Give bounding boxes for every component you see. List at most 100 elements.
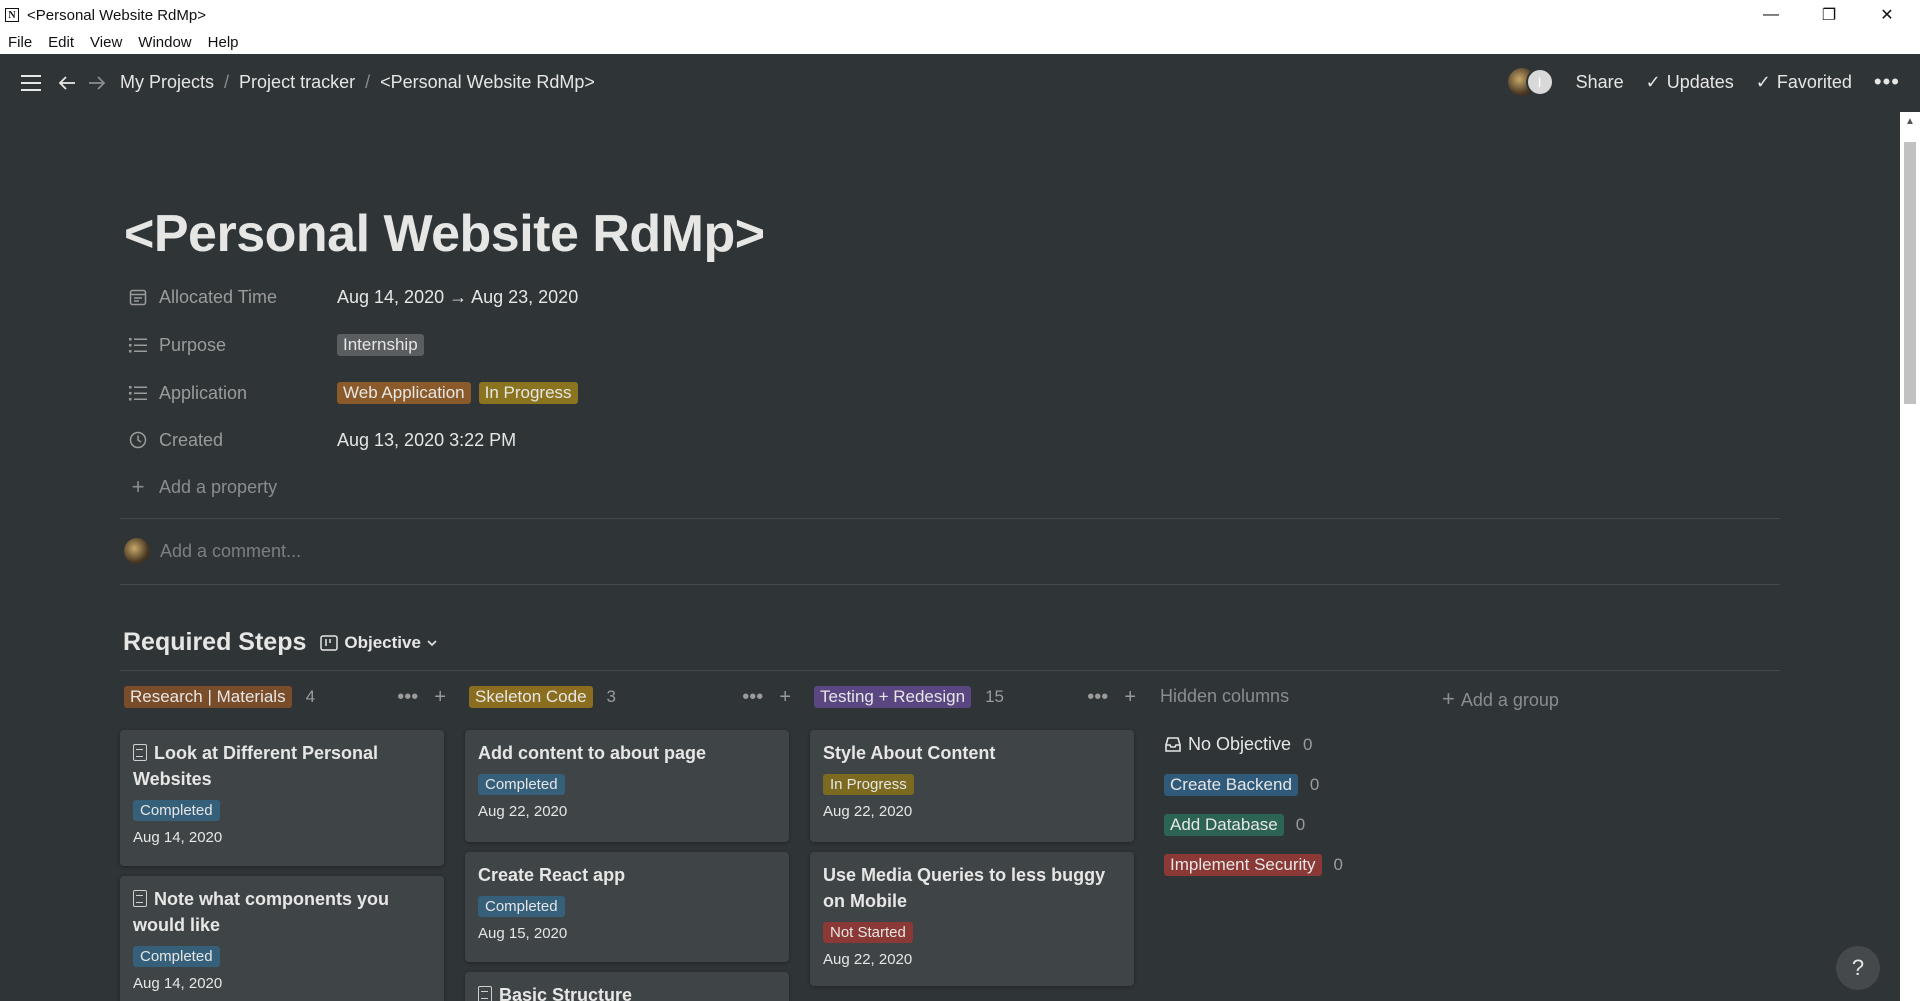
divider [120,518,1780,519]
add-property-button[interactable]: + Add a property [127,470,337,504]
card-title: Style About Content [823,743,996,763]
card-title: Use Media Queries to less buggy on Mobil… [823,865,1106,911]
page-icon [133,890,147,907]
restore-button[interactable]: ❐ [1800,0,1858,30]
menu-file[interactable]: File [0,34,40,51]
sidebar-toggle-icon[interactable] [18,66,44,100]
plus-icon[interactable]: + [434,686,446,709]
help-button[interactable]: ? [1836,946,1880,990]
hidden-column-implement-security[interactable]: Implement Security 0 [1164,854,1343,876]
status-badge: Not Started [823,922,913,943]
favorited-button[interactable]: ✓ Favorited [1756,72,1852,93]
card-title: Add content to about page [478,743,706,763]
notion-app-icon: N [5,8,19,22]
board-card[interactable]: Add content to about page Completed Aug … [465,730,789,842]
property-allocated-time[interactable]: Allocated Time Aug 14, 2020 → Aug 23, 20… [127,280,578,314]
collaborator-avatars[interactable]: I [1507,68,1554,96]
card-date: Aug 22, 2020 [823,951,913,968]
inbox-icon [1165,737,1181,752]
close-button[interactable]: ✕ [1858,0,1916,30]
property-application[interactable]: Application Web Application In Progress [127,376,578,410]
scroll-up-arrow-icon[interactable]: ▲ [1905,116,1915,127]
menu-bar: File Edit View Window Help [0,30,1920,54]
add-group-label: Add a group [1460,690,1559,710]
status-badge: Completed [133,800,220,821]
forward-arrow-icon[interactable] [86,66,108,100]
board-column-header[interactable]: Skeleton Code 3 ••• + [469,686,791,708]
board-card[interactable]: Look at Different Personal Websites Comp… [120,730,444,866]
hidden-column-label: No Objective [1188,734,1292,754]
top-nav: My Projects / Project tracker / <Persona… [0,54,1920,112]
plus-icon: + [1442,686,1455,711]
property-purpose[interactable]: Purpose Internship [127,328,424,362]
breadcrumb-separator: / [365,72,371,92]
avatar-letter: I [1525,68,1554,96]
list-icon [127,385,149,401]
breadcrumb-my-projects[interactable]: My Projects [120,72,214,93]
property-name: Created [159,429,224,450]
column-label: Testing + Redesign [814,686,972,708]
breadcrumb-project-tracker[interactable]: Project tracker [239,72,355,93]
view-selector-label: Objective [344,632,421,652]
board-card[interactable]: Basic Structure [465,972,789,1001]
card-title: Create React app [478,865,626,885]
property-name: Purpose [159,334,227,355]
board-card[interactable]: Use Media Queries to less buggy on Mobil… [810,852,1134,986]
tag-web-application: Web Application [337,382,471,404]
property-created[interactable]: Created Aug 13, 2020 3:22 PM [127,423,516,457]
board-card[interactable]: Note what components you would like Comp… [120,876,444,1001]
plus-icon[interactable]: + [779,686,791,709]
comment-input[interactable]: Add a comment... [124,538,301,564]
minimize-button[interactable]: — [1742,0,1800,30]
card-date: Aug 14, 2020 [133,829,223,846]
column-count: 3 [606,687,616,706]
clock-icon [127,431,149,449]
board-header: Required Steps Objective [123,628,437,657]
property-value[interactable]: Aug 14, 2020 → Aug 23, 2020 [337,287,578,308]
more-options-icon[interactable]: ••• [397,686,418,709]
breadcrumb: My Projects / Project tracker / <Persona… [120,72,595,93]
view-selector[interactable]: Objective [320,633,437,653]
add-group-button[interactable]: + Add a group [1442,686,1559,712]
board-card[interactable]: Style About Content In Progress Aug 22, … [810,730,1134,842]
tag-in-progress: In Progress [478,382,578,404]
scrollbar-thumb[interactable] [1904,142,1916,404]
property-value[interactable]: Web Application In Progress [337,382,578,404]
share-button[interactable]: Share [1576,72,1624,93]
checkmark-icon: ✓ [1645,71,1661,92]
hidden-column-add-database[interactable]: Add Database 0 [1164,814,1305,836]
vertical-scrollbar[interactable]: ▲ [1900,112,1920,1001]
more-options-icon[interactable]: ••• [1874,69,1900,95]
menu-view[interactable]: View [82,34,130,51]
property-value: Aug 13, 2020 3:22 PM [337,429,517,450]
page-title[interactable]: <Personal Website RdMp> [124,204,765,264]
more-options-icon[interactable]: ••• [742,686,763,709]
menu-help[interactable]: Help [200,34,247,51]
topbar-actions: I Share ✓ Updates ✓ Favorited ••• [1507,68,1900,96]
menu-edit[interactable]: Edit [40,34,82,51]
updates-button[interactable]: ✓ Updates [1646,72,1734,93]
property-name: Application [159,382,248,403]
card-title: Look at Different Personal Websites [133,743,379,789]
column-count: 0 [1309,775,1320,794]
window-title: <Personal Website RdMp> [27,6,206,24]
board-column-header[interactable]: Testing + Redesign 15 ••• + [814,686,1136,708]
board-column-header[interactable]: Research | Materials 4 ••• + [124,686,446,708]
avatar [124,538,150,564]
board-title[interactable]: Required Steps [123,628,306,657]
property-value[interactable]: Internship [337,334,424,356]
hidden-column-label: Add Database [1164,814,1284,836]
list-icon [127,337,149,353]
back-arrow-icon[interactable] [56,66,78,100]
plus-icon[interactable]: + [1124,686,1136,709]
status-badge: Completed [133,946,220,967]
hidden-column-label: Implement Security [1164,854,1322,876]
window-titlebar: N <Personal Website RdMp> — ❐ ✕ [0,0,1920,30]
divider [120,670,1780,671]
hidden-column-no-objective[interactable]: No Objective 0 [1164,734,1313,755]
board-card[interactable]: Create React app Completed Aug 15, 2020 [465,852,789,962]
more-options-icon[interactable]: ••• [1087,686,1108,709]
menu-window[interactable]: Window [130,34,199,51]
hidden-column-create-backend[interactable]: Create Backend 0 [1164,774,1319,796]
breadcrumb-current-page[interactable]: <Personal Website RdMp> [380,72,595,93]
